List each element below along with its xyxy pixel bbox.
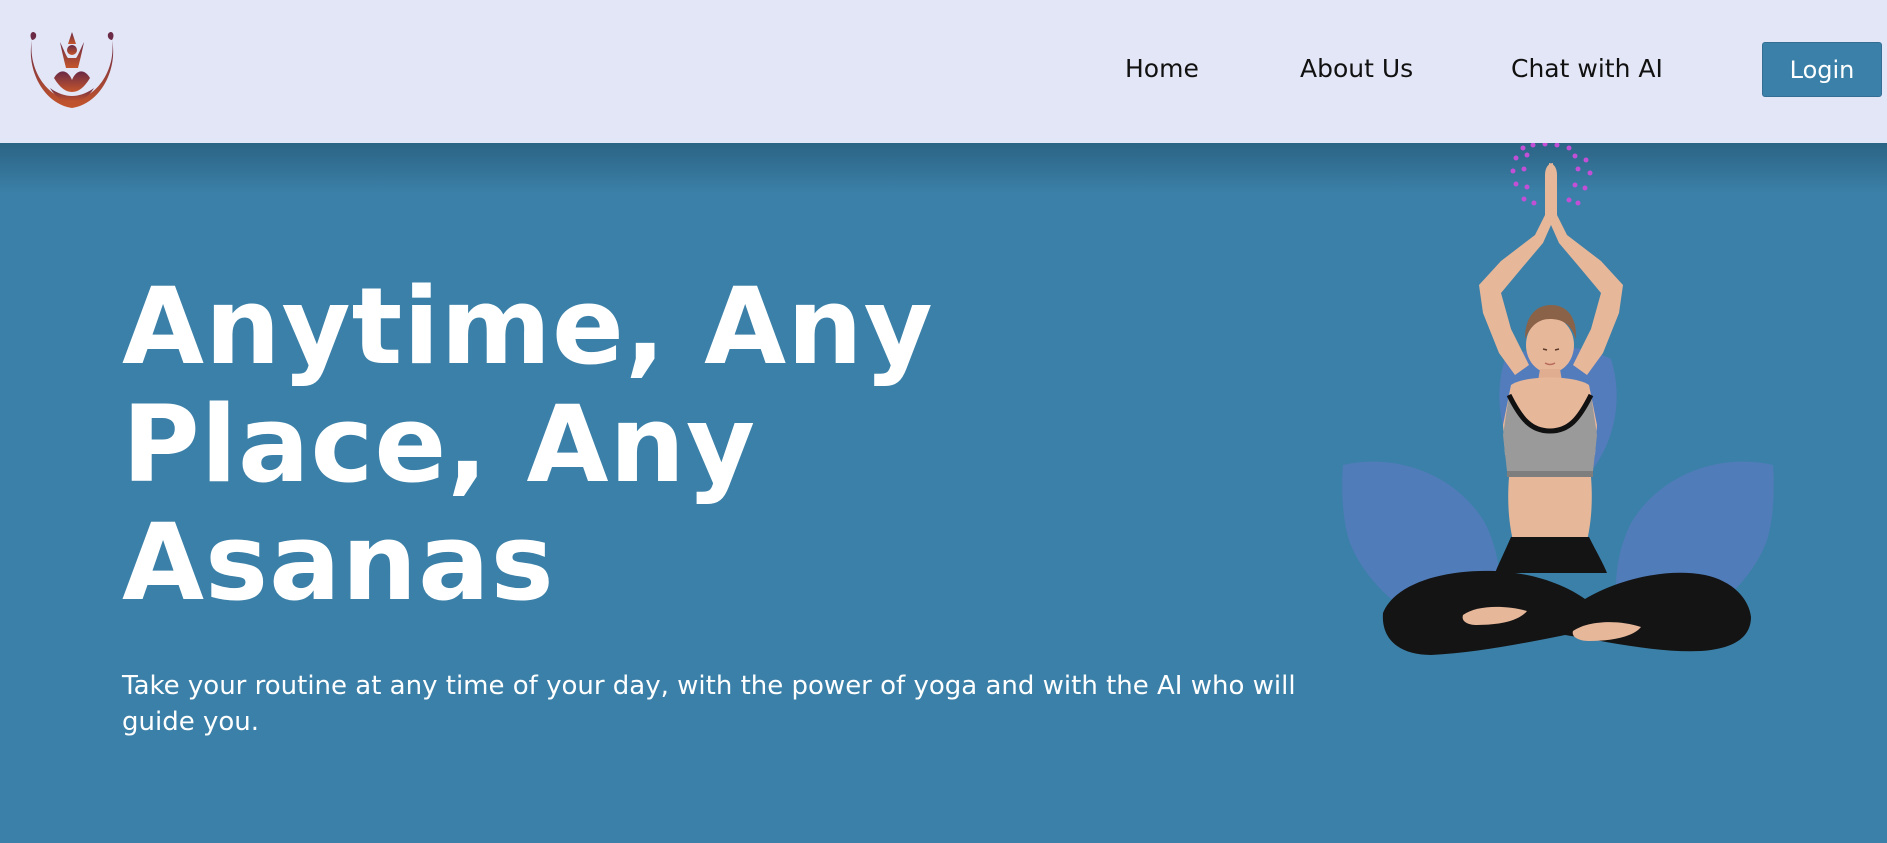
hero-title: Anytime, Any Place, Any Asanas <box>122 265 934 624</box>
top-navbar: Home About Us Chat with AI Login <box>0 0 1887 143</box>
meditating-woman-illustration <box>1342 143 1774 655</box>
nav-home-link[interactable]: Home <box>1125 52 1199 86</box>
hero-subtitle: Take your routine at any time of your da… <box>122 671 1296 737</box>
nav-about-us-link[interactable]: About Us <box>1300 52 1413 86</box>
yoga-logo-icon[interactable] <box>24 28 120 110</box>
nav-chat-with-ai-link[interactable]: Chat with AI <box>1511 52 1663 86</box>
hero-section: Anytime, Any Place, Any Asanas Take your… <box>0 143 1887 843</box>
login-button[interactable]: Login <box>1762 42 1882 97</box>
yoga-woman-figure <box>1382 163 1751 655</box>
